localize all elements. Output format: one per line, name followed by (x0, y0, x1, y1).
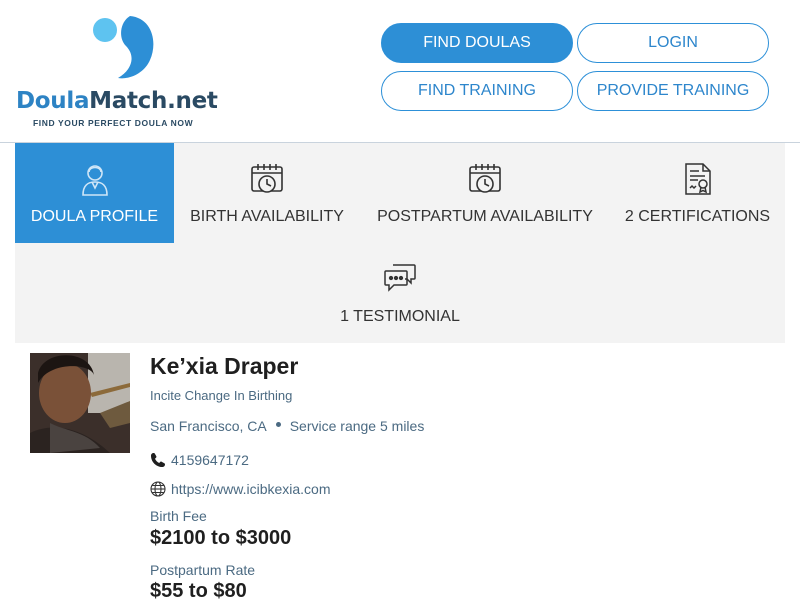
profile-photo (30, 353, 130, 453)
postpartum-rate-value: $55 to $80 (150, 580, 247, 600)
phone-icon (151, 453, 165, 467)
calendar-clock-icon (249, 161, 285, 197)
birth-fee-label: Birth Fee (150, 508, 207, 524)
postpartum-rate-label: Postpartum Rate (150, 562, 256, 578)
globe-icon (150, 481, 166, 497)
separator-dot (275, 421, 281, 427)
website-link[interactable]: https://www.icibkexia.com (171, 481, 331, 497)
doula-name: Ke’xia Draper (150, 353, 299, 379)
chat-bubbles-icon (382, 261, 418, 297)
tab-testimonials[interactable]: 1 TESTIMONIAL (315, 243, 485, 343)
location-info: San Francisco, CA Service range 5 miles (150, 418, 424, 434)
profile-tabs: DOULA PROFILE BIRTH AVAILABILITY POSTPAR (15, 143, 785, 343)
tab-certifications[interactable]: 2 CERTIFICATIONS (610, 143, 785, 243)
calendar-clock-icon (467, 161, 503, 197)
find-doulas-button[interactable]: FIND DOULAS (381, 23, 573, 63)
tab-label: 2 CERTIFICATIONS (624, 208, 771, 225)
login-button[interactable]: LOGIN (577, 23, 769, 63)
tab-doula-profile[interactable]: DOULA PROFILE (15, 143, 174, 243)
certificate-icon (680, 161, 716, 197)
phone-row: 4159647172 (150, 452, 249, 468)
birth-fee-value: $2100 to $3000 (150, 527, 292, 549)
service-range: Service range 5 miles (289, 418, 425, 434)
tab-label: DOULA PROFILE (30, 208, 159, 225)
tab-label: BIRTH AVAILABILITY (190, 208, 344, 225)
provide-training-button[interactable]: PROVIDE TRAINING (577, 71, 769, 111)
business-name: Incite Change In Birthing (150, 388, 293, 403)
tab-birth-availability[interactable]: BIRTH AVAILABILITY (174, 143, 360, 243)
tab-postpartum-availability[interactable]: POSTPARTUM AVAILABILITY (360, 143, 610, 243)
site-header: DoulaMatch.net FIND YOUR PERFECT DOULA N… (0, 0, 800, 143)
tab-label: 1 TESTIMONIAL (340, 308, 460, 325)
website-row: https://www.icibkexia.com (150, 481, 331, 497)
city: San Francisco, CA (150, 418, 267, 434)
tab-label: POSTPARTUM AVAILABILITY (377, 208, 593, 225)
logo-word-doula: Doula (16, 88, 90, 114)
logo-drop-icon (93, 16, 154, 79)
logo-word-match: Match.net (89, 88, 218, 114)
logo-tagline: FIND YOUR PERFECT DOULA NOW (33, 118, 194, 128)
site-logo[interactable]: DoulaMatch.net FIND YOUR PERFECT DOULA N… (16, 10, 226, 130)
doula-profile-icon (77, 161, 113, 197)
phone-link[interactable]: 4159647172 (171, 452, 249, 468)
logo-wordmark: DoulaMatch.net (16, 88, 218, 114)
find-training-button[interactable]: FIND TRAINING (381, 71, 573, 111)
